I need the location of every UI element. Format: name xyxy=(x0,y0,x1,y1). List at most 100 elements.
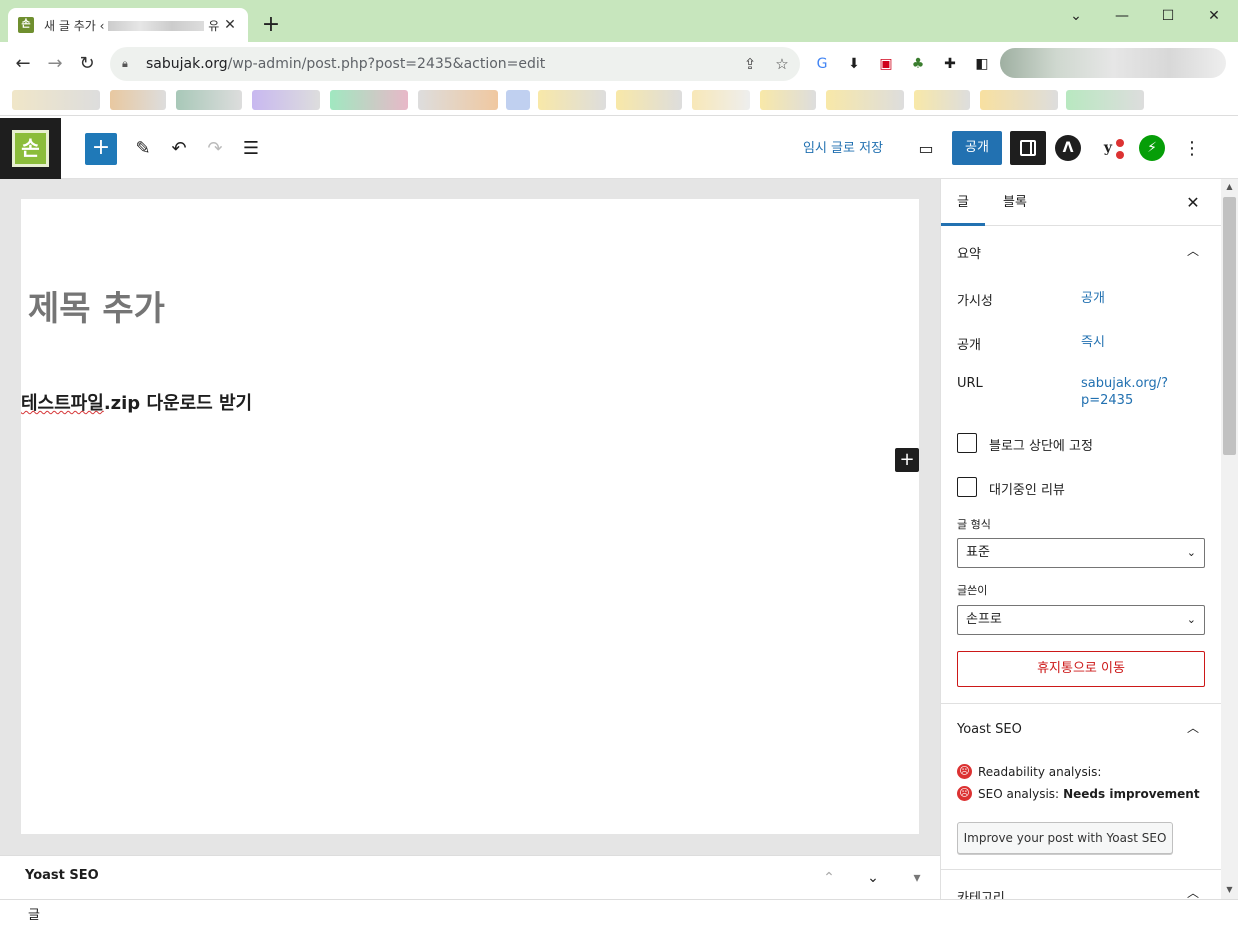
forward-icon[interactable]: → xyxy=(42,52,68,78)
visibility-label: 가시성 xyxy=(957,294,993,309)
document-overview-icon[interactable]: ☰ xyxy=(235,133,267,165)
bookmark-item[interactable] xyxy=(692,90,750,110)
category-panel-title[interactable]: 카테고리 xyxy=(957,887,1005,899)
post-format-label: 글 형식 xyxy=(957,518,991,531)
edit-pencil-icon[interactable]: ✎ xyxy=(127,133,159,165)
pending-review-checkbox[interactable] xyxy=(957,477,977,497)
move-up-icon[interactable]: ⌃ xyxy=(817,866,841,890)
move-down-icon[interactable]: ⌄ xyxy=(861,866,885,890)
tab-block[interactable]: 블록 xyxy=(987,179,1043,226)
post-format-value: 표준 xyxy=(966,545,990,560)
improve-post-yoast-button[interactable]: Improve your post with Yoast SEO xyxy=(957,822,1173,854)
bookmark-item[interactable] xyxy=(252,90,320,110)
plant-extension-icon[interactable]: ♣ xyxy=(908,54,928,74)
bookmark-item[interactable] xyxy=(1066,90,1144,110)
chevron-up-icon[interactable]: ︿ xyxy=(1183,241,1203,261)
preview-laptop-icon[interactable]: ▭ xyxy=(910,133,942,165)
scroll-down-arrow-icon[interactable]: ▼ xyxy=(1221,882,1238,898)
settings-sidebar: 글 블록 ✕ 요약 ︿ 가시성 공개 공개 즉시 URL sabujak.org… xyxy=(940,179,1221,899)
chevron-up-icon[interactable]: ︿ xyxy=(1183,718,1203,738)
bookmark-item[interactable] xyxy=(616,90,682,110)
editor-header: 손 + ✎ ↶ ↷ ☰ 임시 글로 저장 ▭ 공개 Λ y ⚡ ⋮ xyxy=(0,118,1238,179)
url-value[interactable]: sabujak.org/? p=2435 xyxy=(1081,375,1168,409)
tab-close-icon[interactable]: ✕ xyxy=(222,17,238,33)
author-select[interactable]: 손프로 ⌄ xyxy=(957,605,1205,635)
tab-post[interactable]: 글 xyxy=(941,179,985,226)
sad-face-icon: ☹ xyxy=(957,786,972,801)
browser-tab[interactable]: 손 새 글 추가 ‹ 유 ✕ xyxy=(8,8,248,42)
url-path: /wp-admin/post.php?post=2435&action=edit xyxy=(227,56,546,72)
share-icon[interactable]: ⇪ xyxy=(740,55,760,73)
address-bar[interactable]: 🔒︎ sabujak.org/wp-admin/post.php?post=24… xyxy=(110,47,800,81)
bookmark-item[interactable] xyxy=(826,90,904,110)
site-favicon-icon: 손 xyxy=(18,17,34,33)
translate-extension-icon[interactable]: G xyxy=(812,54,832,74)
bookmark-star-icon[interactable]: ☆ xyxy=(772,55,792,73)
settings-toggle-button[interactable] xyxy=(1010,131,1046,165)
close-sidebar-icon[interactable]: ✕ xyxy=(1181,191,1205,215)
bookmark-item[interactable] xyxy=(330,90,408,110)
sidebar-scrollbar[interactable]: ▲ ▼ xyxy=(1221,179,1238,899)
jetpack-icon[interactable]: ⚡ xyxy=(1139,135,1165,161)
yoast-status-dot xyxy=(1116,151,1124,159)
back-icon[interactable]: ← xyxy=(10,52,36,78)
bookmark-item[interactable] xyxy=(12,90,100,110)
profile-area[interactable] xyxy=(1000,48,1226,78)
sticky-checkbox[interactable] xyxy=(957,433,977,453)
tab-title: 새 글 추가 ‹ xyxy=(44,18,105,33)
publish-label: 공개 xyxy=(957,338,981,353)
browser-tabstrip: 손 새 글 추가 ‹ 유 ✕ + ⌄ — ☐ ✕ xyxy=(0,0,1238,42)
toggle-panel-icon[interactable]: ▾ xyxy=(905,866,929,890)
bookmark-item[interactable] xyxy=(914,90,970,110)
astra-icon[interactable]: Λ xyxy=(1055,135,1081,161)
meta-box-label[interactable]: Yoast SEO xyxy=(25,868,99,883)
new-tab-button[interactable]: + xyxy=(258,12,284,38)
pdf-extension-icon[interactable]: ▣ xyxy=(876,54,896,74)
visibility-value[interactable]: 공개 xyxy=(1081,290,1105,307)
tab-search-icon[interactable]: ⌄ xyxy=(1056,4,1096,28)
redo-icon[interactable]: ↷ xyxy=(199,133,231,165)
minimize-icon[interactable]: — xyxy=(1102,4,1142,28)
readability-label: Readability analysis: xyxy=(978,764,1102,779)
bookmark-item[interactable] xyxy=(176,90,242,110)
editor-canvas-area: 제목 추가 테스트파일.zip 다운로드 받기 + xyxy=(0,179,940,855)
download-extension-icon[interactable]: ⬇ xyxy=(844,54,864,74)
side-panel-icon[interactable]: ◧ xyxy=(972,54,992,74)
paragraph-block[interactable]: 테스트파일.zip 다운로드 받기 xyxy=(21,389,252,415)
post-title-input[interactable]: 제목 추가 xyxy=(28,281,165,330)
divider xyxy=(941,869,1221,870)
post-format-select[interactable]: 표준 ⌄ xyxy=(957,538,1205,568)
add-block-icon[interactable]: + xyxy=(895,448,919,472)
misspelled-word: 테스트파일 xyxy=(21,393,104,414)
summary-panel-title[interactable]: 요약 xyxy=(957,243,981,262)
site-logo[interactable]: 손 xyxy=(0,118,61,179)
bookmark-item[interactable] xyxy=(418,90,498,110)
save-draft-button[interactable]: 임시 글로 저장 xyxy=(795,133,891,165)
scroll-up-arrow-icon[interactable]: ▲ xyxy=(1221,179,1238,195)
chevron-down-icon: ⌄ xyxy=(1186,546,1196,559)
extensions-puzzle-icon[interactable]: ✚ xyxy=(940,54,960,74)
close-window-icon[interactable]: ✕ xyxy=(1194,4,1234,28)
undo-icon[interactable]: ↶ xyxy=(163,133,195,165)
chevron-up-icon[interactable]: ︿ xyxy=(1183,883,1203,899)
bookmark-item[interactable] xyxy=(506,90,530,110)
block-inserter-button[interactable]: + xyxy=(85,133,117,165)
breadcrumb-item[interactable]: 글 xyxy=(28,904,40,923)
more-options-icon[interactable]: ⋮ xyxy=(1180,133,1204,165)
bookmark-item[interactable] xyxy=(760,90,816,110)
move-to-trash-button[interactable]: 휴지통으로 이동 xyxy=(957,651,1205,687)
bookmark-item[interactable] xyxy=(538,90,606,110)
scrollbar-thumb[interactable] xyxy=(1223,197,1236,455)
publish-date-value[interactable]: 즉시 xyxy=(1081,334,1105,351)
author-value: 손프로 xyxy=(966,612,1002,627)
publish-button[interactable]: 공개 xyxy=(952,131,1002,165)
yoast-panel-title[interactable]: Yoast SEO xyxy=(957,722,1022,737)
seo-analysis-value: Needs improvement xyxy=(1063,786,1200,801)
browser-toolbar: ← → ↻ 🔒︎ sabujak.org/wp-admin/post.php?p… xyxy=(0,42,1238,86)
maximize-icon[interactable]: ☐ xyxy=(1148,4,1188,28)
bookmark-item[interactable] xyxy=(980,90,1058,110)
bookmark-item[interactable] xyxy=(110,90,166,110)
lock-icon: 🔒︎ xyxy=(122,57,128,70)
reload-icon[interactable]: ↻ xyxy=(74,52,100,78)
sticky-label: 블로그 상단에 고정 xyxy=(989,439,1093,454)
